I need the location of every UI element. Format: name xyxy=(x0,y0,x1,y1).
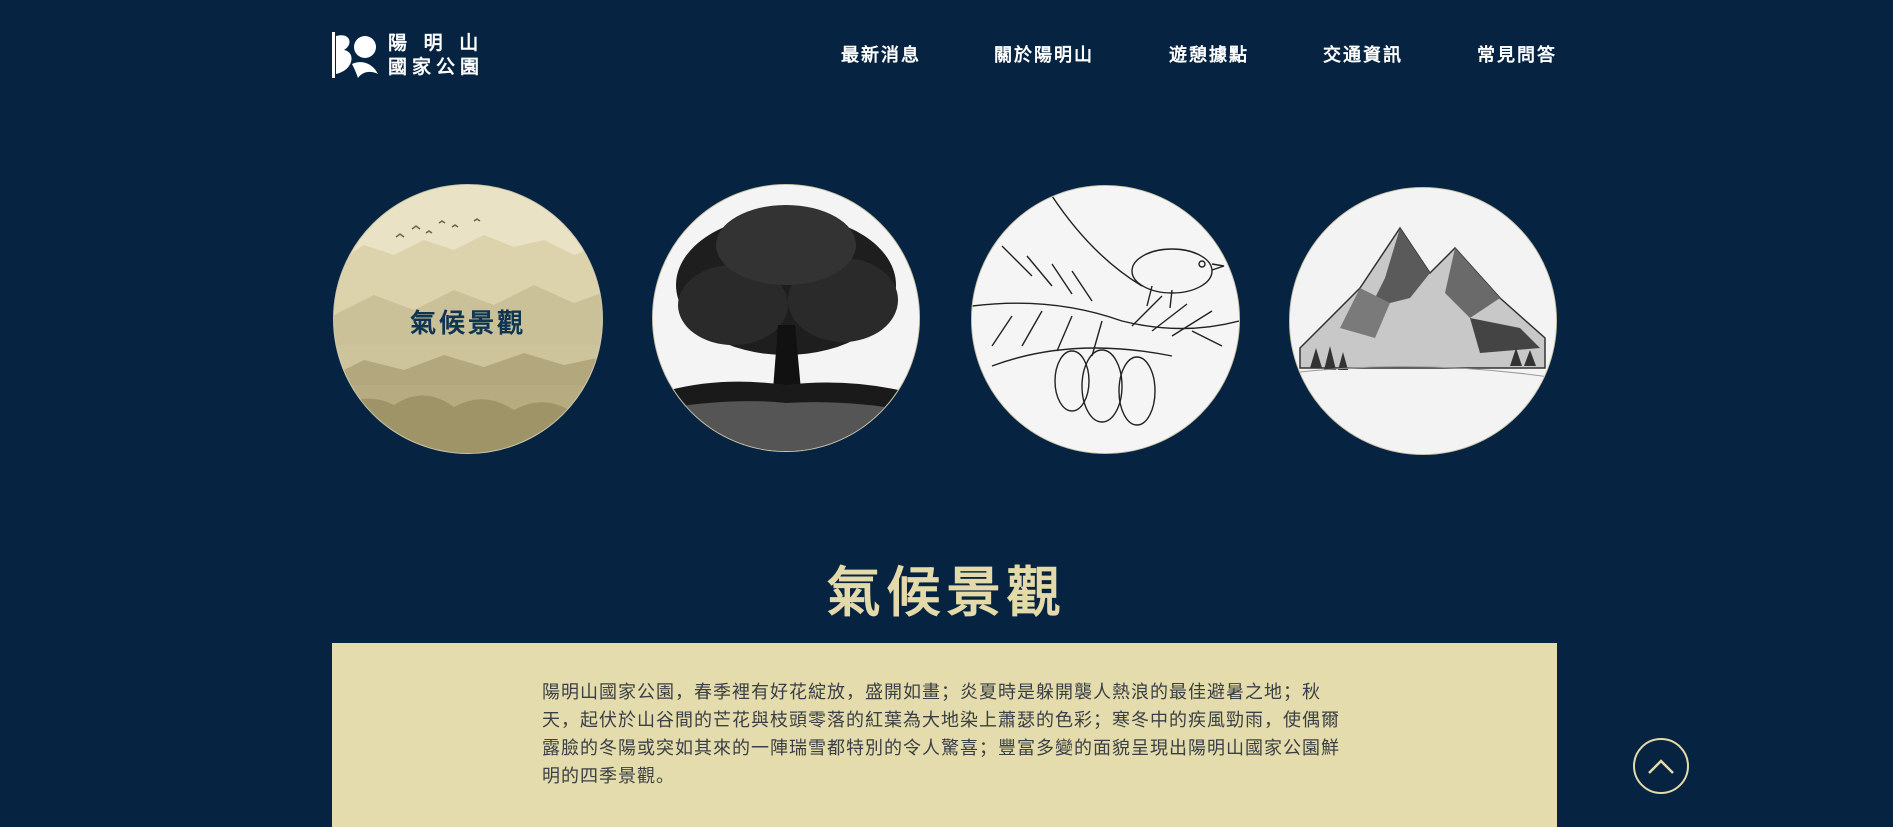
logo-text: 陽 明 山 國家公園 xyxy=(388,31,484,79)
category-card-label: 氣候景觀 xyxy=(409,309,526,339)
logo-line-2: 國家公園 xyxy=(388,56,485,78)
category-card-mountain[interactable] xyxy=(1289,187,1557,455)
chevron-up-icon xyxy=(1648,759,1674,774)
description-panel: 陽明山國家公園，春季裡有好花綻放，盛開如畫；炎夏時是躲開襲人熱浪的最佳避暑之地；… xyxy=(332,643,1557,827)
back-to-top-button[interactable] xyxy=(1633,738,1689,794)
description-text: 陽明山國家公園，春季裡有好花綻放，盛開如畫；炎夏時是躲開襲人熱浪的最佳避暑之地；… xyxy=(542,682,1340,787)
nav-item-faq[interactable]: 常見問答 xyxy=(1477,41,1557,67)
bird-on-pine-illustration xyxy=(972,186,1239,453)
category-card-climate[interactable]: 氣候景觀 xyxy=(333,184,603,454)
nav-item-news[interactable]: 最新消息 xyxy=(841,41,921,67)
logo-line-1: 陽 明 山 xyxy=(388,32,484,54)
site-header: 陽 明 山 國家公園 最新消息 關於陽明山 遊憩據點 交通資訊 常見問答 xyxy=(0,0,1893,110)
category-card-bird[interactable] xyxy=(971,185,1240,454)
logo-mark-icon xyxy=(332,30,378,80)
section-title: 氣候景觀 xyxy=(826,561,1067,624)
nav-item-about[interactable]: 關於陽明山 xyxy=(994,41,1094,67)
site-logo[interactable]: 陽 明 山 國家公園 xyxy=(332,30,484,80)
nav-item-transport[interactable]: 交通資訊 xyxy=(1323,41,1403,67)
nav-item-attractions[interactable]: 遊憩據點 xyxy=(1169,41,1249,67)
mountain-illustration xyxy=(1290,188,1556,454)
tree-illustration xyxy=(653,185,919,451)
category-card-tree[interactable] xyxy=(652,184,920,452)
